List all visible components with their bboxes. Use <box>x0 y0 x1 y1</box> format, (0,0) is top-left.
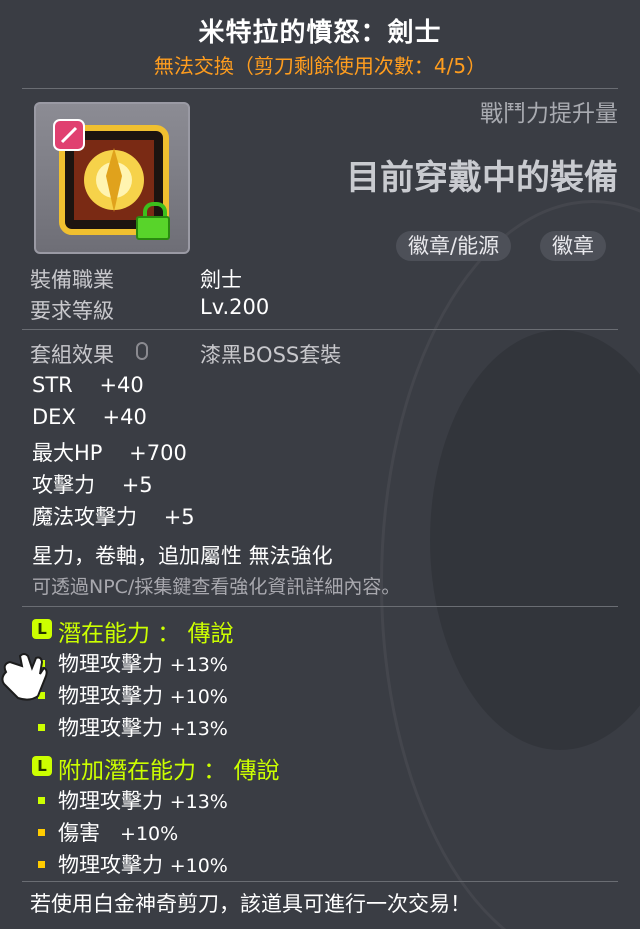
bullet-icon <box>38 797 45 804</box>
potential-stat-value: +10% <box>120 823 179 845</box>
divider <box>22 606 618 607</box>
requirement-value: 劍士 <box>200 268 242 292</box>
set-effect-row: 套組效果 漆黑BOSS套裝 <box>0 339 640 367</box>
stat-row: 攻擊力 +5 <box>32 469 153 499</box>
legendary-badge-icon: L <box>32 756 52 776</box>
stat-row: STR +40 <box>32 373 144 397</box>
legendary-badge-icon: L <box>32 619 52 639</box>
potential-stat-name: 物理攻擊力 <box>58 853 163 877</box>
lock-icon <box>136 342 148 360</box>
stat-value: +700 <box>129 441 187 465</box>
stat-label: DEX <box>32 405 76 429</box>
item-title: 米特拉的憤怒：劍士 <box>198 18 442 48</box>
enhance-hint: 可透過NPC/採集鍵查看強化資訊詳細內容。 <box>32 576 401 598</box>
tag-badge: 徽章 <box>540 231 606 261</box>
stat-row: 最大HP +700 <box>32 437 187 467</box>
additional-potential-title: 附加潛在能力 ： 傳說 <box>58 758 280 784</box>
stat-row: DEX +40 <box>32 405 147 429</box>
potential-line: 物理攻擊力 +10% <box>58 680 228 710</box>
stat-label: 攻擊力 <box>32 473 95 497</box>
trade-info: 無法交換（剪刀剩餘使用次數：4/5） <box>153 54 487 78</box>
stat-label: 魔法攻擊力 <box>32 505 137 529</box>
bullet-icon <box>38 829 45 836</box>
stat-label: STR <box>32 373 73 397</box>
potential-stat-name: 物理攻擊力 <box>58 652 163 676</box>
divider <box>22 881 618 882</box>
stat-value: +5 <box>163 505 195 529</box>
additional-potential-line: 物理攻擊力 +13% <box>58 785 228 815</box>
requirement-row: 要求等級 Lv.200 <box>0 295 640 323</box>
requirement-row: 裝備職業 劍士 <box>0 264 640 292</box>
requirement-label: 要求等級 <box>30 299 114 323</box>
additional-potential-line: 傷害 +10% <box>58 817 178 847</box>
bullet-icon <box>38 861 45 868</box>
background-decoration <box>430 330 640 750</box>
additional-potential-line: 物理攻擊力 +10% <box>58 849 228 879</box>
item-tooltip: 米特拉的憤怒：劍士 無法交換（剪刀剩餘使用次數：4/5） 戰鬥力提升量 目前穿戴… <box>0 0 640 929</box>
requirement-label: 裝備職業 <box>30 268 114 292</box>
requirement-value: Lv.200 <box>200 295 270 319</box>
potential-stat-name: 物理攻擊力 <box>58 684 163 708</box>
potential-stat-value: +13% <box>169 718 228 740</box>
footer-note: 若使用白金神奇剪刀，該道具可進行一次交易！ <box>30 892 471 916</box>
divider <box>22 329 618 330</box>
set-effect-value: 漆黑BOSS套裝 <box>200 343 342 367</box>
potential-stat-name: 物理攻擊力 <box>58 716 163 740</box>
stat-value: +5 <box>121 473 153 497</box>
equipped-status: 目前穿戴中的裝備 <box>346 158 618 198</box>
potential-line: 物理攻擊力 +13% <box>58 648 228 678</box>
divider <box>22 88 618 89</box>
glove-cursor-icon <box>1 653 48 701</box>
combat-power-label: 戰鬥力提升量 <box>480 101 618 127</box>
potential-line: 物理攻擊力 +13% <box>58 712 228 742</box>
potential-stat-value: +13% <box>169 791 228 813</box>
tag-badge-energy: 徽章/能源 <box>396 231 512 261</box>
set-effect-label: 套組效果 <box>30 343 114 367</box>
lock-icon <box>136 202 170 240</box>
potential-stat-value: +10% <box>169 855 228 877</box>
stat-value: +40 <box>99 373 144 397</box>
stat-row: 魔法攻擊力 +5 <box>32 501 195 531</box>
stat-label: 最大HP <box>32 441 103 465</box>
item-icon-frame <box>34 102 190 254</box>
potential-stat-value: +10% <box>169 686 228 708</box>
stat-value: +40 <box>102 405 147 429</box>
bullet-icon <box>38 724 45 731</box>
enhance-note: 星力，卷軸，追加屬性 無法強化 <box>32 544 333 568</box>
potential-title: 潛在能力 ： 傳說 <box>58 621 234 647</box>
potential-stat-name: 傷害 <box>58 821 100 845</box>
potential-stat-value: +13% <box>169 654 228 676</box>
potential-stat-name: 物理攻擊力 <box>58 789 163 813</box>
